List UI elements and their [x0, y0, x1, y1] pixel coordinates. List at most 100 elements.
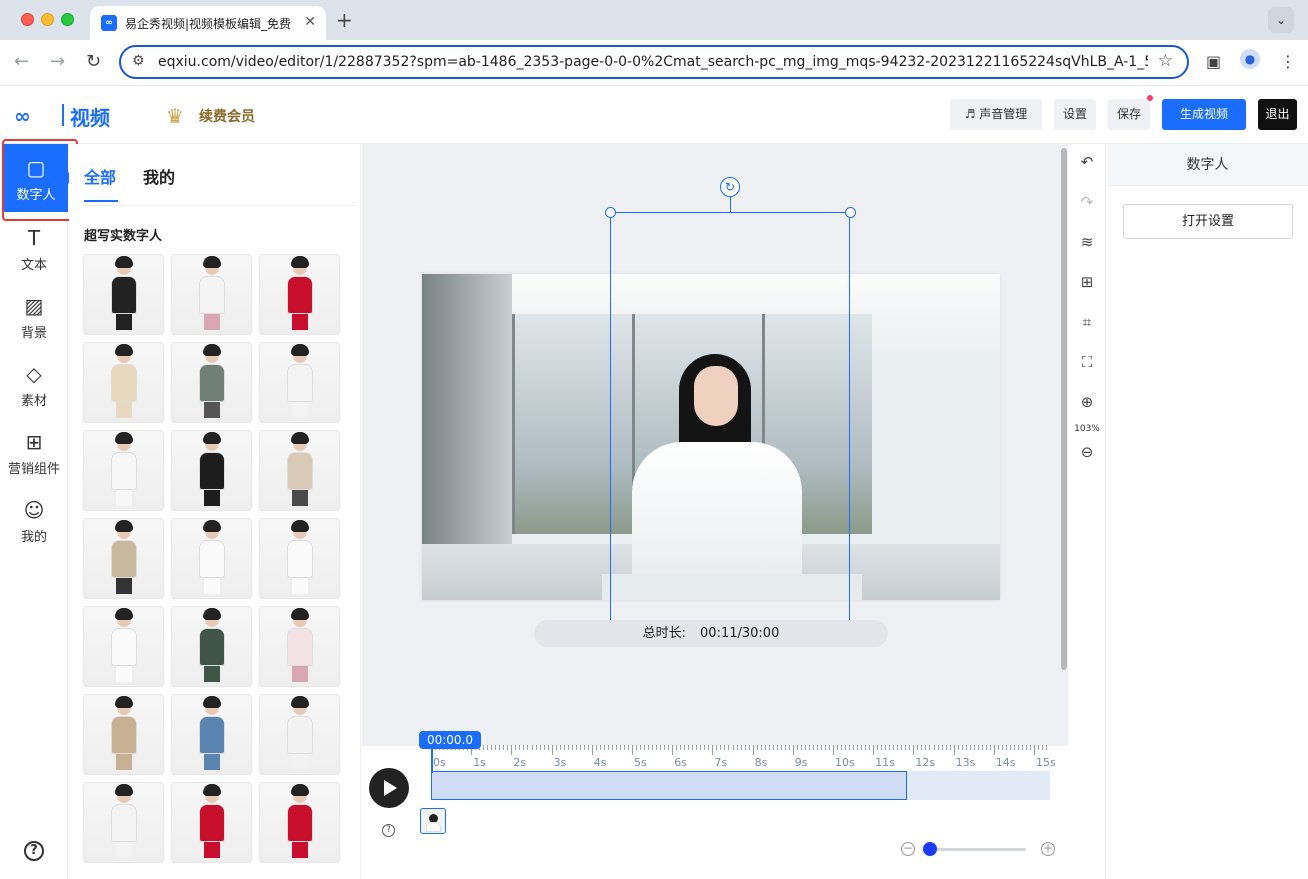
voice-management-button[interactable]: ♬ 声音管理 [950, 99, 1042, 130]
avatar-thumbnail[interactable] [259, 782, 340, 863]
avatar-thumbnail[interactable] [171, 606, 252, 687]
avatar-thumbnail[interactable] [83, 606, 164, 687]
crown-icon[interactable]: ♛ [166, 104, 184, 128]
ruler-tick [543, 745, 545, 750]
ruler-tick [692, 745, 694, 750]
side-panel-icon[interactable]: ▣ [1206, 52, 1221, 71]
fullscreen-icon[interactable]: ⛶ [1077, 352, 1097, 372]
avatar-figure [110, 432, 137, 506]
site-settings-icon[interactable]: ⚙ [132, 53, 145, 69]
ruler-tick [728, 745, 730, 750]
canvas-scrollbar[interactable] [1061, 148, 1067, 670]
rail-item-mine[interactable]: ☺ 我的 [0, 486, 68, 554]
ruler-tick [925, 745, 927, 750]
selection-box[interactable] [610, 212, 850, 639]
rail-item-text[interactable]: T 文本 [0, 214, 68, 282]
timeline-zoom-slider[interactable] [926, 848, 1026, 851]
avatar-thumbnail[interactable] [171, 518, 252, 599]
url-text[interactable]: eqxiu.com/video/editor/1/22887352?spm=ab… [158, 54, 1148, 70]
timeline-zoom-out-icon[interactable]: − [901, 842, 915, 856]
settings-button[interactable]: 设置 [1054, 99, 1096, 130]
avatar-legs [203, 754, 220, 770]
avatar-figure [198, 784, 225, 858]
generate-video-button[interactable]: 生成视频 [1162, 99, 1246, 130]
avatar-thumbnail[interactable] [83, 782, 164, 863]
avatar-thumbnail[interactable] [171, 342, 252, 423]
back-arrow-icon[interactable]: ← [14, 51, 29, 72]
timeline-help-icon[interactable]: ? [382, 824, 395, 837]
new-tab-button[interactable]: + [336, 8, 353, 32]
avatar-thumbnail[interactable] [259, 606, 340, 687]
timeline-zoom-in-icon[interactable]: + [1041, 842, 1055, 856]
reload-icon[interactable]: ↻ [86, 51, 101, 72]
timeline-clip[interactable] [431, 771, 907, 800]
resize-handle-top-right[interactable] [845, 207, 856, 218]
ruler-tick [1038, 745, 1040, 750]
zoom-out-icon[interactable]: ⊖ [1077, 442, 1097, 462]
open-settings-button[interactable]: 打开设置 [1123, 204, 1293, 239]
play-button[interactable] [369, 768, 409, 808]
redo-icon[interactable]: ↷ [1077, 192, 1097, 212]
playhead-time[interactable]: 00:00.0 [419, 731, 481, 749]
timeline-ruler[interactable]: 0s 1s 2s 3s 4s 5s 6s 7s 8s 9s 10s 11s 12s 13s 14s 15s [431, 745, 1056, 769]
avatar-figure [110, 256, 137, 330]
avatar-outfit [286, 452, 313, 490]
timeline-zoom-knob[interactable] [923, 842, 937, 856]
playhead-line[interactable] [431, 749, 433, 773]
tab-search-button[interactable]: ⌄ [1268, 7, 1294, 33]
address-bar[interactable]: ⚙ eqxiu.com/video/editor/1/22887352?spm=… [119, 45, 1189, 79]
avatar-thumbnail[interactable] [83, 694, 164, 775]
zoom-in-icon[interactable]: ⊕ [1077, 392, 1097, 412]
avatar-head [202, 432, 221, 451]
help-icon[interactable]: ? [24, 841, 44, 861]
profile-avatar-icon[interactable]: ● [1240, 49, 1260, 69]
rail-item-label: 营销组件 [7, 462, 60, 477]
ruler-tick [760, 745, 762, 750]
avatar-thumbnail[interactable] [83, 430, 164, 511]
forward-arrow-icon[interactable]: → [50, 51, 65, 72]
avatar-thumbnail[interactable] [259, 342, 340, 423]
undo-icon[interactable]: ↶ [1077, 152, 1097, 172]
avatar-thumbnail[interactable] [259, 518, 340, 599]
avatar-figure [198, 608, 225, 682]
tab-close-icon[interactable]: ✕ [304, 14, 316, 30]
more-menu-icon[interactable]: ⋮ [1280, 52, 1296, 71]
renew-membership-link[interactable]: 续费会员 [199, 106, 255, 126]
ruler-tick [824, 745, 826, 750]
crop-icon[interactable]: ⌗ [1077, 312, 1097, 332]
avatar-thumbnail[interactable] [83, 254, 164, 335]
bookmark-star-icon[interactable]: ☆ [1158, 51, 1173, 71]
window-minimize-button[interactable] [41, 13, 54, 26]
ruler-tick [784, 745, 786, 750]
avatar-thumbnail[interactable] [171, 254, 252, 335]
avatar-thumbnail[interactable] [171, 694, 252, 775]
browser-tab[interactable]: ∞ 易企秀视频|视频模板编辑_免费 ✕ [90, 6, 326, 40]
avatar-head [202, 608, 221, 627]
tab-all[interactable]: 全部 [84, 164, 116, 188]
avatar-thumbnail[interactable] [259, 430, 340, 511]
avatar-outfit [286, 540, 313, 578]
window-maximize-button[interactable] [61, 13, 74, 26]
window-close-button[interactable] [21, 13, 34, 26]
tab-mine[interactable]: 我的 [143, 164, 175, 188]
save-button[interactable]: 保存 [1108, 99, 1150, 130]
avatar-thumbnail[interactable] [171, 430, 252, 511]
rail-item-marketing[interactable]: ⊞ 营销组件 [0, 418, 68, 486]
avatar-thumbnail[interactable] [83, 342, 164, 423]
digital-human-track-thumbnail[interactable] [420, 808, 446, 834]
rail-item-label: 背景 [20, 326, 47, 341]
avatar-thumbnail[interactable] [171, 782, 252, 863]
exit-button[interactable]: 退出 [1258, 99, 1297, 130]
ruler-tick [551, 745, 553, 755]
grid-icon[interactable]: ⊞ [1077, 272, 1097, 292]
avatar-thumbnail[interactable] [259, 694, 340, 775]
rail-item-material[interactable]: ◇ 素材 [0, 350, 68, 418]
avatar-outfit [110, 628, 137, 666]
avatar-thumbnail[interactable] [259, 254, 340, 335]
rail-item-label: 文本 [20, 258, 47, 273]
resize-handle-top-left[interactable] [605, 207, 616, 218]
rotate-icon[interactable]: ↻ [720, 177, 740, 197]
avatar-thumbnail[interactable] [83, 518, 164, 599]
rail-item-background[interactable]: ▨ 背景 [0, 282, 68, 350]
layers-icon[interactable]: ≋ [1077, 232, 1097, 252]
